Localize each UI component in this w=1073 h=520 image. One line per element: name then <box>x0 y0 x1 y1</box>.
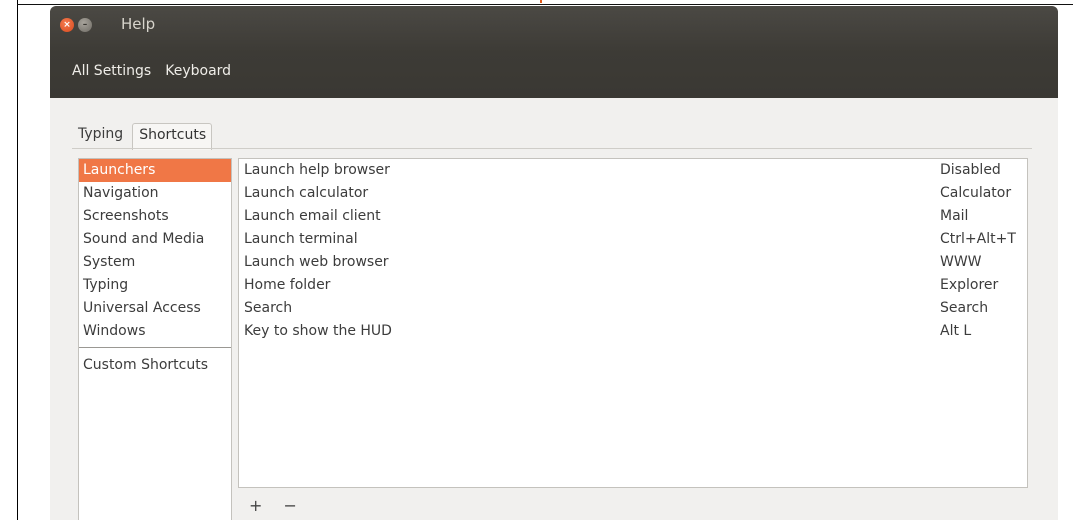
category-item[interactable]: Navigation <box>79 182 231 205</box>
toolbar: All Settings Keyboard <box>72 63 245 79</box>
shortcut-name: Launch email client <box>244 208 381 224</box>
shortcut-row[interactable]: Launch email client Mail <box>239 205 1027 228</box>
tab-divider <box>72 148 1032 149</box>
category-separator <box>79 347 231 348</box>
shortcut-name: Launch help browser <box>244 162 390 178</box>
category-list: Launchers Navigation Screenshots Sound and … <box>78 158 232 520</box>
shortcut-accelerator[interactable]: WWW <box>940 251 982 274</box>
shortcut-accelerator[interactable]: Disabled <box>940 159 1001 182</box>
shortcut-name: Search <box>244 300 293 316</box>
settings-content: Typing Shortcuts Launchers Navigation Scre… <box>50 98 1058 520</box>
window-title: Help <box>121 15 156 33</box>
minimize-icon: – <box>82 20 88 30</box>
frame-left-edge <box>17 0 18 520</box>
shortcut-row[interactable]: Search Search <box>239 297 1027 320</box>
all-settings-button[interactable]: All Settings <box>72 63 151 79</box>
shortcut-name: Launch web browser <box>244 254 389 270</box>
category-item[interactable]: Screenshots <box>79 205 231 228</box>
shortcut-accelerator[interactable]: Explorer <box>940 274 998 297</box>
close-button[interactable]: × <box>60 18 74 32</box>
cursor-mark <box>540 0 542 3</box>
close-icon: × <box>63 20 71 30</box>
shortcut-accelerator[interactable]: Ctrl+Alt+T <box>940 228 1016 251</box>
category-item[interactable]: Windows <box>79 320 231 343</box>
shortcut-name: Launch calculator <box>244 185 369 201</box>
category-item[interactable]: Universal Access <box>79 297 231 320</box>
category-item[interactable]: System <box>79 251 231 274</box>
shortcut-accelerator[interactable]: Calculator <box>940 182 1011 205</box>
shortcut-name: Key to show the HUD <box>244 323 392 339</box>
shortcut-name: Home folder <box>244 277 331 293</box>
titlebar: × – Help All Settings Keyboard <box>50 6 1058 98</box>
minimize-button[interactable]: – <box>78 18 92 32</box>
add-shortcut-button[interactable]: + <box>249 496 262 515</box>
category-item[interactable]: Sound and Media <box>79 228 231 251</box>
category-item[interactable]: Launchers <box>79 159 231 182</box>
shortcut-row[interactable]: Launch calculator Calculator <box>239 182 1027 205</box>
keyboard-breadcrumb[interactable]: Keyboard <box>165 63 231 79</box>
shortcut-name: Launch terminal <box>244 231 358 247</box>
category-custom-shortcuts[interactable]: Custom Shortcuts <box>79 354 231 377</box>
tab-shortcuts[interactable]: Shortcuts <box>132 123 213 150</box>
tab-typing[interactable]: Typing <box>72 123 128 149</box>
shortcut-row[interactable]: Key to show the HUD Alt L <box>239 320 1027 343</box>
keyboard-settings-window: × – Help All Settings Keyboard Typing Sh… <box>50 6 1058 520</box>
shortcut-row[interactable]: Home folder Explorer <box>239 274 1027 297</box>
shortcut-accelerator[interactable]: Alt L <box>940 320 971 343</box>
category-item[interactable]: Typing <box>79 274 231 297</box>
shortcut-row[interactable]: Launch help browser Disabled <box>239 159 1027 182</box>
shortcut-accelerator[interactable]: Mail <box>940 205 968 228</box>
remove-shortcut-button[interactable]: − <box>284 496 297 515</box>
shortcut-row[interactable]: Launch terminal Ctrl+Alt+T <box>239 228 1027 251</box>
tab-bar: Typing Shortcuts <box>72 123 213 150</box>
shortcut-actions: + − <box>249 496 313 515</box>
shortcut-list: Launch help browser Disabled Launch calcul… <box>238 158 1028 488</box>
frame-top-edge <box>17 4 1073 5</box>
shortcut-accelerator[interactable]: Search <box>940 297 988 320</box>
shortcut-row[interactable]: Launch web browser WWW <box>239 251 1027 274</box>
